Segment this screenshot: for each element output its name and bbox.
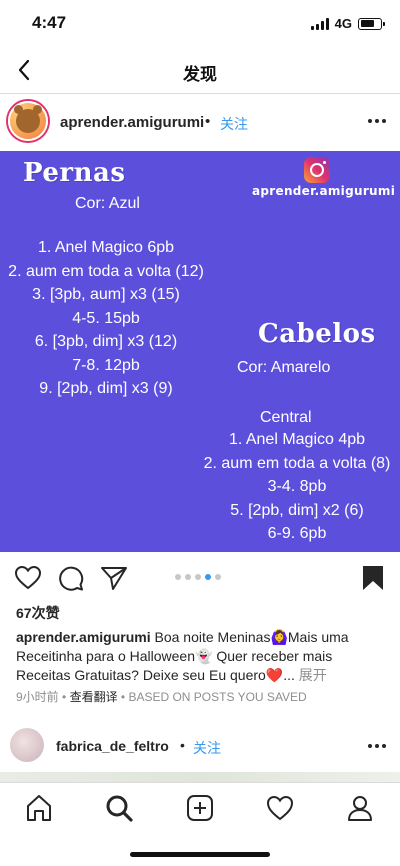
image-heading-left: Pernas	[23, 158, 126, 188]
image-step-right: 5. [2pb, dim] x2 (6)	[230, 501, 364, 519]
heart-icon[interactable]	[265, 793, 295, 823]
send-icon[interactable]	[100, 564, 128, 592]
meta-separator: •	[58, 690, 70, 704]
carousel-indicator	[175, 574, 221, 580]
post-time: 9小时前	[16, 690, 59, 704]
caption-username[interactable]: aprender.amigurumi	[16, 629, 151, 645]
translate-link[interactable]: 查看翻译	[70, 690, 118, 704]
carousel-dot	[185, 574, 191, 580]
carousel-dot	[215, 574, 221, 580]
battery-icon	[358, 17, 385, 30]
signal-icon	[310, 17, 329, 30]
image-step-left: 4-5. 15pb	[72, 309, 140, 327]
image-step-right: 3-4. 8pb	[267, 478, 327, 495]
image-ig-handle: aprender.amigurumi	[252, 184, 396, 198]
nav-bar: 发现	[0, 46, 400, 94]
bear-avatar-image	[14, 105, 42, 133]
avatar[interactable]	[10, 728, 44, 762]
image-step-left: 2. aum em toda a volta (12)	[8, 262, 204, 280]
avatar[interactable]	[8, 101, 48, 141]
carousel-dot	[205, 574, 211, 580]
heart-icon[interactable]	[14, 564, 42, 592]
separator-dot: •	[180, 737, 185, 753]
search-icon[interactable]	[104, 793, 134, 823]
image-color-left: Cor: Azul	[75, 195, 140, 212]
status-time: 4:47	[32, 13, 67, 32]
carousel-dot	[175, 574, 181, 580]
based-on-label: BASED ON POSTS YOU SAVED	[128, 690, 307, 704]
image-heading-right: Cabelos	[258, 319, 376, 349]
image-step-left: 6. [3pb, dim] x3 (12)	[34, 333, 178, 350]
home-icon[interactable]	[24, 793, 54, 823]
page-title: 发现	[183, 65, 217, 84]
instagram-logo-icon	[304, 157, 330, 183]
post-caption: aprender.amigurumi Boa noite Meninas🙆‍♀️…	[16, 628, 386, 685]
bookmark-icon[interactable]	[359, 564, 387, 592]
more-options-icon[interactable]	[368, 744, 386, 748]
image-step-right: 2. aum em toda a volta (8)	[203, 454, 391, 472]
home-indicator	[130, 852, 270, 857]
post-actions	[0, 560, 400, 596]
post-image[interactable]: Pernas aprender.amigurumi Cor: Azul Cabe…	[0, 151, 400, 552]
image-subheading-right: Central	[260, 409, 312, 426]
tab-bar	[0, 782, 400, 866]
post-header: aprender.amigurumi • 关注	[0, 95, 400, 151]
post-username[interactable]: fabrica_de_feltro	[56, 738, 169, 754]
follow-button[interactable]: 关注	[193, 738, 221, 758]
likes-count[interactable]: 67次赞	[16, 603, 60, 623]
more-options-icon[interactable]	[368, 119, 386, 123]
plus-square-icon[interactable]	[185, 793, 215, 823]
status-indicators: 4G	[310, 16, 385, 31]
separator-dot: •	[205, 113, 211, 130]
image-color-right: Cor: Amarelo	[237, 359, 331, 376]
image-step-left: 3. [3pb, aum] x3 (15)	[32, 286, 180, 303]
comment-icon[interactable]	[57, 564, 85, 592]
post-meta: 9小时前 • 查看翻译 • BASED ON POSTS YOU SAVED	[16, 688, 307, 705]
post-header-2: fabrica_de_feltro • 关注	[0, 720, 400, 772]
user-icon[interactable]	[345, 793, 375, 823]
image-step-left: 1. Anel Magico 6pb	[37, 239, 175, 256]
follow-button[interactable]: 关注	[220, 114, 248, 134]
image-step-left: 7-8. 12pb	[72, 356, 140, 374]
image-step-right: 6-9. 6pb	[267, 525, 327, 542]
post-username[interactable]: aprender.amigurumi	[60, 114, 204, 131]
meta-separator: •	[117, 690, 129, 704]
image-step-right: 1. Anel Magico 4pb	[228, 431, 366, 448]
carousel-dot	[195, 574, 201, 580]
caption-expand[interactable]: 展开	[295, 667, 327, 683]
status-bar: 4:47 4G	[0, 0, 400, 46]
image-step-left: 9. [2pb, dim] x3 (9)	[39, 380, 173, 397]
network-type: 4G	[334, 16, 352, 31]
